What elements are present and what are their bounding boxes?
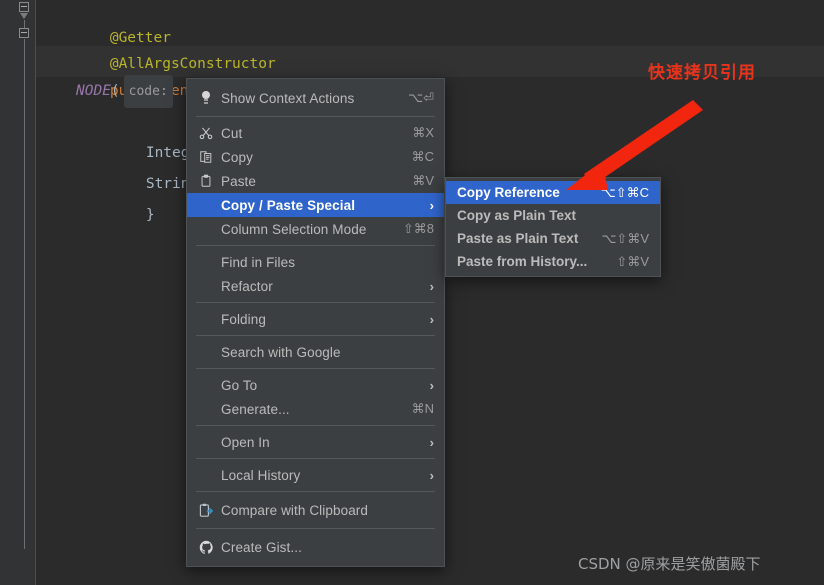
menu-separator	[196, 528, 435, 529]
menu-label: Search with Google	[221, 344, 341, 360]
menu-label: Go To	[221, 377, 258, 393]
copy-icon	[195, 149, 217, 165]
submenu-item-copy-as-plain-text[interactable]: Copy as Plain Text	[446, 204, 660, 227]
paste-icon	[195, 173, 217, 189]
menu-shortcut: ⌘C	[411, 149, 434, 164]
submenu-shortcut: ⌥⇧⌘C	[600, 184, 649, 200]
code-line-4: NODE(code:	[76, 75, 173, 108]
chevron-right-icon: ›	[429, 278, 434, 294]
submenu-shortcut: ⇧⌘V	[616, 253, 649, 269]
menu-separator	[196, 302, 435, 303]
menu-item-copy-paste-special[interactable]: Copy / Paste Special ›	[187, 193, 444, 217]
menu-shortcut: ⇧⌘8	[402, 221, 434, 236]
code-token-brace-close: }	[145, 207, 155, 223]
menu-item-cut[interactable]: Cut ⌘X	[187, 121, 444, 145]
menu-item-paste[interactable]: Paste ⌘V	[187, 169, 444, 193]
menu-label: Create Gist...	[221, 539, 302, 555]
ide-screenshot-root: @Getter @AllArgsConstructor public enum …	[0, 0, 824, 585]
menu-label: Open In	[221, 434, 270, 450]
menu-label: Local History	[221, 467, 301, 483]
code-token-node: NODE	[76, 83, 111, 99]
menu-label: Cut	[221, 125, 243, 141]
menu-item-open-in[interactable]: Open In ›	[187, 430, 444, 454]
submenu-shortcut: ⌥⇧⌘V	[601, 230, 649, 246]
menu-item-column-selection-mode[interactable]: Column Selection Mode ⇧⌘8	[187, 217, 444, 241]
submenu-label: Copy as Plain Text	[457, 208, 577, 223]
compare-clipboard-icon	[195, 502, 217, 518]
menu-label: Copy / Paste Special	[221, 197, 356, 213]
chevron-right-icon: ›	[429, 434, 434, 450]
menu-item-go-to[interactable]: Go To ›	[187, 373, 444, 397]
submenu-item-paste-from-history[interactable]: Paste from History... ⇧⌘V	[446, 250, 660, 273]
csdn-watermark: CSDN @原来是笑傲菌殿下	[578, 555, 761, 573]
fold-marker-allargs[interactable]	[19, 28, 32, 41]
submenu-label: Copy Reference	[457, 185, 560, 200]
parameter-hint-code: code:	[123, 75, 173, 108]
menu-label: Copy	[221, 149, 253, 165]
fold-arrow-getter	[20, 13, 29, 20]
menu-shortcut: ⌘X	[412, 125, 434, 140]
submenu-label: Paste as Plain Text	[457, 231, 579, 246]
code-token-paren: (	[110, 83, 120, 99]
menu-label: Find in Files	[221, 254, 296, 270]
menu-label: Folding	[221, 311, 266, 327]
menu-shortcut: ⌘V	[412, 173, 434, 188]
chevron-right-icon: ›	[429, 197, 434, 213]
chevron-right-icon: ›	[429, 377, 434, 393]
submenu-item-paste-as-plain-text[interactable]: Paste as Plain Text ⌥⇧⌘V	[446, 227, 660, 250]
fold-stem-a	[24, 20, 25, 28]
menu-item-search-with-google[interactable]: Search with Google	[187, 340, 444, 364]
menu-label: Refactor	[221, 278, 273, 294]
annotation-label: 快速拷贝引用	[648, 63, 756, 83]
code-folding-column[interactable]	[19, 0, 33, 585]
code-line-3: public enum AEnum {	[40, 45, 276, 100]
menu-item-generate[interactable]: Generate... ⌘N	[187, 397, 444, 421]
menu-separator	[196, 368, 435, 369]
github-icon	[195, 539, 217, 555]
menu-item-create-gist[interactable]: Create Gist...	[187, 533, 444, 561]
menu-label: Show Context Actions	[221, 90, 355, 106]
submenu-label: Paste from History...	[457, 254, 588, 269]
submenu-item-copy-reference[interactable]: Copy Reference ⌥⇧⌘C	[446, 181, 660, 204]
menu-separator	[196, 425, 435, 426]
fold-stem-b	[24, 39, 25, 549]
copy-paste-special-submenu[interactable]: Copy Reference ⌥⇧⌘C Copy as Plain Text P…	[445, 177, 661, 277]
menu-label: Generate...	[221, 401, 290, 417]
menu-shortcut: ⌥⏎	[408, 90, 434, 105]
menu-separator	[196, 335, 435, 336]
menu-separator	[196, 245, 435, 246]
chevron-right-icon: ›	[429, 311, 434, 327]
menu-separator	[196, 491, 435, 492]
lightbulb-icon	[195, 90, 217, 106]
menu-label: Column Selection Mode	[221, 221, 367, 237]
menu-separator	[196, 116, 435, 117]
menu-separator	[196, 458, 435, 459]
menu-item-find-in-files[interactable]: Find in Files	[187, 250, 444, 274]
chevron-right-icon: ›	[429, 467, 434, 483]
menu-item-compare-with-clipboard[interactable]: Compare with Clipboard	[187, 496, 444, 524]
menu-label: Paste	[221, 173, 257, 189]
code-line-7: }	[76, 169, 155, 223]
scissors-icon	[195, 125, 217, 141]
menu-item-refactor[interactable]: Refactor ›	[187, 274, 444, 298]
menu-item-copy[interactable]: Copy ⌘C	[187, 145, 444, 169]
menu-label: Compare with Clipboard	[221, 502, 369, 518]
menu-item-folding[interactable]: Folding ›	[187, 307, 444, 331]
menu-item-local-history[interactable]: Local History ›	[187, 463, 444, 487]
menu-shortcut: ⌘N	[411, 401, 434, 416]
menu-item-show-context-actions[interactable]: Show Context Actions ⌥⏎	[187, 84, 444, 112]
editor-context-menu[interactable]: Show Context Actions ⌥⏎ Cut ⌘X Copy ⌘C P…	[186, 78, 445, 567]
